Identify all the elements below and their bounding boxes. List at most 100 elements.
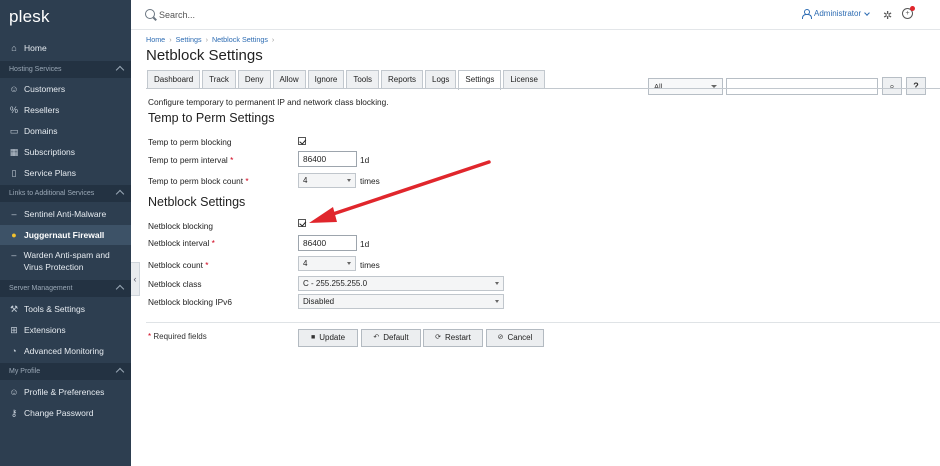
sidebar-item-label: Warden Anti-spam and Virus Protection [23, 250, 110, 272]
tab-dashboard[interactable]: Dashboard [147, 70, 201, 89]
chevron-up-icon [115, 367, 125, 377]
user-menu[interactable]: Administrator [802, 9, 870, 19]
temp-interval-input[interactable] [298, 151, 357, 167]
sidebar-item-warden[interactable]: – Warden Anti-spam and Virus Protection [0, 247, 120, 275]
breadcrumb-netblock[interactable]: Netblock Settings [212, 35, 268, 44]
tab-tools[interactable]: Tools [346, 70, 380, 89]
sidebar-item-resellers[interactable]: % Resellers [0, 100, 131, 120]
section-links-additional[interactable]: Links to Additional Services [0, 185, 131, 202]
home-icon: ⌂ [11, 43, 17, 53]
dash-icon: – [11, 250, 17, 260]
default-button[interactable]: ↶ Default [361, 329, 421, 347]
section-server-management[interactable]: Server Management [0, 280, 131, 297]
sidebar-item-sentinel[interactable]: – Sentinel Anti-Malware [0, 204, 131, 224]
sidebar-item-customers[interactable]: ☺ Customers [0, 79, 131, 99]
user-icon [802, 9, 812, 19]
sidebar-item-extensions[interactable]: ⊞ Extensions [0, 320, 131, 340]
tools-icon: ⚒ [9, 304, 19, 314]
sidebar-item-service-plans[interactable]: ▯ Service Plans [0, 163, 131, 183]
breadcrumb-home[interactable]: Home [146, 35, 165, 44]
tab-track[interactable]: Track [202, 70, 236, 89]
section-my-profile[interactable]: My Profile [0, 363, 131, 380]
plesk-logo[interactable]: plesk [9, 7, 50, 27]
filter-help-button[interactable]: ? [906, 77, 926, 95]
tab-allow[interactable]: Allow [272, 70, 306, 89]
temp-count-select[interactable]: 4 [298, 173, 356, 188]
chevron-up-icon [115, 189, 125, 199]
required-star: * [211, 238, 215, 248]
breadcrumb-separator: › [169, 35, 172, 44]
netblock-count-select[interactable]: 4 [298, 256, 356, 271]
sidebar-item-subscriptions[interactable]: ▦ Subscriptions [0, 142, 131, 162]
select-value: 4 [303, 176, 308, 185]
caret-down-icon [347, 262, 351, 265]
breadcrumb-settings[interactable]: Settings [176, 35, 202, 44]
puzzle-icon[interactable]: ✲ [883, 9, 892, 22]
sidebar-item-profile-preferences[interactable]: ☺ Profile & Preferences [0, 382, 131, 402]
sidebar-item-label: Extensions [24, 325, 66, 335]
restart-button[interactable]: ⟳ Restart [423, 329, 483, 347]
required-star: * [245, 176, 249, 186]
temp-interval-unit: 1d [360, 155, 370, 165]
temp-interval-label: Temp to perm interval * [148, 155, 233, 165]
sidebar-item-advanced-monitoring[interactable]: ◔ Advanced Monitoring [0, 341, 131, 361]
intro-text: Configure temporary to permanent IP and … [148, 97, 389, 107]
netblock-ipv6-label: Netblock blocking IPv6 [148, 297, 232, 307]
tab-deny[interactable]: Deny [237, 70, 271, 89]
user-name: Administrator [814, 9, 862, 18]
caret-down-icon [495, 282, 499, 285]
required-fields-note: * Required fields [148, 332, 207, 341]
section-hosting-services[interactable]: Hosting Services [0, 61, 131, 78]
dash-icon: – [11, 209, 17, 219]
search-input[interactable] [159, 8, 459, 22]
netblock-class-select[interactable]: C - 255.255.255.0 [298, 276, 504, 291]
netblock-blocking-checkbox[interactable] [298, 219, 306, 227]
required-note-text: Required fields [153, 332, 207, 341]
tab-ignore[interactable]: Ignore [307, 70, 345, 89]
sidebar-item-change-password[interactable]: ⚷ Change Password [0, 403, 131, 423]
netblock-interval-input[interactable] [298, 235, 357, 251]
sidebar-item-label: Customers [24, 84, 66, 94]
filter-select-value: All [654, 82, 663, 91]
label-text: Netblock count [148, 260, 203, 270]
sidebar-item-label: Advanced Monitoring [24, 346, 104, 356]
filter-input[interactable] [726, 78, 878, 95]
caret-down-icon [347, 179, 351, 182]
cancel-button[interactable]: ⊘ Cancel [486, 329, 544, 347]
tab-logs[interactable]: Logs [425, 70, 457, 89]
netblock-interval-label: Netblock interval * [148, 238, 215, 248]
tab-settings[interactable]: Settings [458, 70, 502, 90]
cancel-icon: ⊘ [497, 334, 504, 341]
tabs-divider [146, 88, 940, 89]
label-text: Netblock interval [148, 238, 210, 248]
temp-blocking-checkbox[interactable] [298, 137, 306, 145]
filter-search-button[interactable]: ⌕ [882, 77, 902, 95]
sidebar-item-label: Sentinel Anti-Malware [24, 209, 107, 219]
temp-count-label: Temp to perm block count * [148, 176, 249, 186]
chevron-down-icon [864, 9, 870, 16]
sidebar-item-home[interactable]: ⌂ Home [0, 38, 131, 58]
netblock-heading: Netblock Settings [148, 195, 246, 209]
page-title: Netblock Settings [146, 47, 263, 64]
section-label: Server Management [9, 285, 73, 292]
tab-reports[interactable]: Reports [381, 70, 424, 89]
netblock-interval-unit: 1d [360, 239, 370, 249]
netblock-count-unit: times [360, 260, 380, 270]
temp-count-unit: times [360, 176, 380, 186]
tab-license[interactable]: License [503, 70, 545, 89]
undo-icon: ↶ [373, 334, 380, 341]
tabs: Dashboard Track Deny Allow Ignore Tools … [147, 70, 547, 90]
select-value: 4 [303, 259, 308, 268]
button-label: Update [319, 333, 346, 342]
sidebar: plesk ⌂ Home Hosting Services ☺ Customer… [0, 0, 131, 466]
filter-select[interactable]: All [648, 78, 723, 95]
sidebar-item-tools-settings[interactable]: ⚒ Tools & Settings [0, 299, 131, 319]
required-star: * [148, 332, 152, 341]
update-button[interactable]: ■ Update [298, 329, 358, 347]
sidebar-item-domains[interactable]: ▭ Domains [0, 121, 131, 141]
grid-icon: ▦ [9, 147, 19, 157]
sidebar-collapse-handle[interactable]: ‹ [131, 262, 140, 296]
netblock-ipv6-select[interactable]: Disabled [298, 294, 504, 309]
sidebar-item-juggernaut[interactable]: ● Juggernaut Firewall [0, 225, 131, 245]
breadcrumb-separator: › [271, 35, 275, 44]
